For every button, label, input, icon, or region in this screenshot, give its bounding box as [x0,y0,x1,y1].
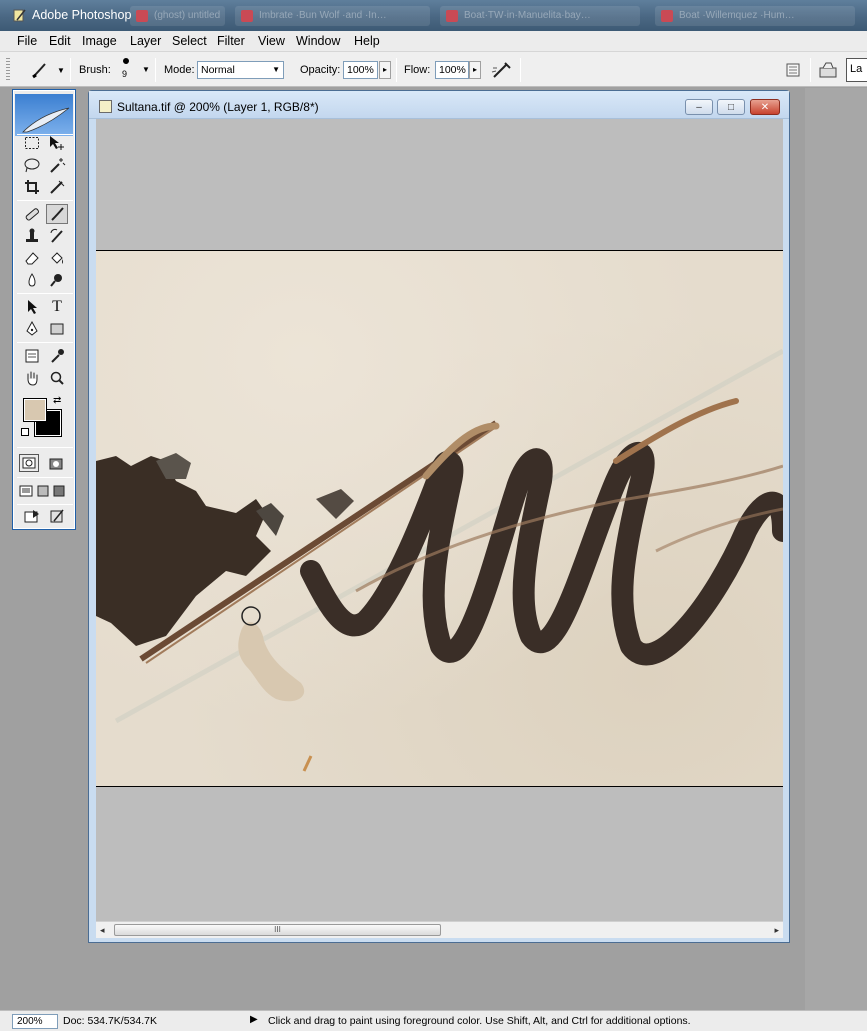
flow-input[interactable]: 100% [435,61,469,79]
zoom-level-field[interactable]: 200% [12,1014,58,1029]
opacity-slider-button[interactable]: ▸ [379,61,391,79]
history-brush-icon[interactable] [46,226,68,246]
document-image[interactable] [96,250,783,787]
document-close-button[interactable]: ✕ [750,99,780,115]
palette-well-icon[interactable] [784,61,802,79]
photoshop-feather-icon [13,9,26,22]
menu-filter[interactable]: Filter [217,34,245,48]
zoom-tool-icon[interactable] [46,368,68,388]
canvas-area[interactable] [96,119,783,921]
background-window-tab[interactable]: (ghost) untitled [130,6,225,26]
pen-tool-icon[interactable] [21,319,43,339]
handwriting-image [96,348,783,772]
tool-preset-dropdown-icon[interactable]: ▼ [57,66,65,75]
crop-tool-icon[interactable] [21,177,43,197]
eyedropper-icon[interactable] [46,346,68,366]
full-screen-mode-icon[interactable] [51,481,67,501]
document-window: Sultana.tif @ 200% (Layer 1, RGB/8*) – □… [88,90,790,943]
flow-slider-button[interactable]: ▸ [469,61,481,79]
default-colors-icon[interactable] [21,428,29,436]
palette-tab-partial[interactable]: La [846,58,867,82]
imageready-icon[interactable] [46,506,68,526]
adobe-online-feather-icon[interactable] [15,94,73,136]
status-hint: Click and drag to paint using foreground… [268,1015,691,1027]
magic-wand-icon[interactable] [46,155,68,175]
lasso-tool-icon[interactable] [21,155,43,175]
rectangular-marquee-icon[interactable] [21,133,43,153]
document-minimize-button[interactable]: – [685,99,713,115]
brush-size: 9 [122,69,128,79]
brush-label: Brush: [79,64,111,76]
status-menu-arrow-icon[interactable]: ▶ [250,1014,258,1025]
hand-tool-icon[interactable] [21,368,43,388]
document-titlebar[interactable]: Sultana.tif @ 200% (Layer 1, RGB/8*) – □… [89,91,789,119]
file-browser-icon[interactable] [817,60,839,80]
full-screen-menu-mode-icon[interactable] [35,481,51,501]
tool-options-bar: ▼ Brush: 9 ▼ Mode: Normal ▼ Opacity: 100… [0,52,867,87]
opacity-input[interactable]: 100% [343,61,378,79]
palette-dock-area [805,88,867,1010]
background-window-tab[interactable]: Boat·TW·in·Manuelita·bay… [440,6,640,26]
document-size: Doc: 534.7K/534.7K [63,1015,157,1027]
mode-value: Normal [201,64,235,76]
options-grip[interactable] [6,58,10,82]
scroll-left-icon[interactable]: ◂ [100,925,105,936]
quick-mask-mode-icon[interactable] [45,454,67,474]
app-title: Adobe Photoshop [32,8,132,22]
mode-dropdown-icon: ▼ [272,65,280,74]
document-title: Sultana.tif @ 200% (Layer 1, RGB/8*) [117,100,319,114]
dodge-tool-icon[interactable] [46,270,68,290]
type-tool-icon[interactable]: T [46,297,68,317]
document-maximize-button[interactable]: □ [717,99,745,115]
menu-bar: File Edit Image Layer Select Filter View… [0,31,867,52]
menu-edit[interactable]: Edit [49,34,71,48]
path-selection-icon[interactable] [21,297,43,317]
standard-mode-icon[interactable] [19,454,39,472]
horizontal-scrollbar[interactable]: ◂ III ▸ [96,921,783,938]
notes-tool-icon[interactable] [21,346,43,366]
menu-window[interactable]: Window [296,34,340,48]
menu-view[interactable]: View [258,34,285,48]
menu-layer[interactable]: Layer [130,34,161,48]
background-window-tab[interactable]: Imbrate ·Bun Wolf ·and ·In… [235,6,430,26]
eraser-tool-icon[interactable] [21,248,43,268]
standard-screen-mode-icon[interactable] [17,481,35,501]
clone-stamp-icon[interactable] [21,226,43,246]
paint-bucket-icon[interactable] [46,248,68,268]
rectangle-shape-icon[interactable] [46,319,68,339]
mode-label: Mode: [164,64,195,76]
opacity-label: Opacity: [300,64,341,76]
swap-colors-icon[interactable]: ⇄ [53,395,61,406]
tool-preset-brush-icon[interactable] [30,61,50,79]
slice-tool-icon[interactable] [46,177,68,197]
status-bar: 200% Doc: 534.7K/534.7K ▶ Click and drag… [0,1010,867,1031]
scroll-thumb[interactable]: III [114,924,441,936]
blur-tool-icon[interactable] [21,270,43,290]
document-file-icon [99,100,112,113]
menu-select[interactable]: Select [172,34,207,48]
brush-tip-preview-icon[interactable] [123,58,129,64]
move-tool-icon[interactable] [46,133,68,153]
brush-picker-dropdown-icon[interactable]: ▼ [142,65,150,74]
flow-label: Flow: [404,64,431,76]
mode-select[interactable]: Normal ▼ [197,61,284,79]
healing-brush-icon[interactable] [21,204,43,224]
app-titlebar: Adobe Photoshop (ghost) untitled Imbrate… [0,0,867,31]
menu-image[interactable]: Image [82,34,117,48]
airbrush-icon[interactable] [490,60,514,80]
brush-tool-icon[interactable] [46,204,68,224]
jump-to-imageready-icon[interactable] [21,506,43,526]
foreground-color-swatch[interactable] [23,398,47,422]
background-window-tab[interactable]: Boat ·Willemquez ·Hum… [655,6,855,26]
toolbox: T ⇄ [12,89,76,530]
menu-file[interactable]: File [17,34,37,48]
scroll-right-icon[interactable]: ▸ [774,925,779,936]
menu-help[interactable]: Help [354,34,380,48]
